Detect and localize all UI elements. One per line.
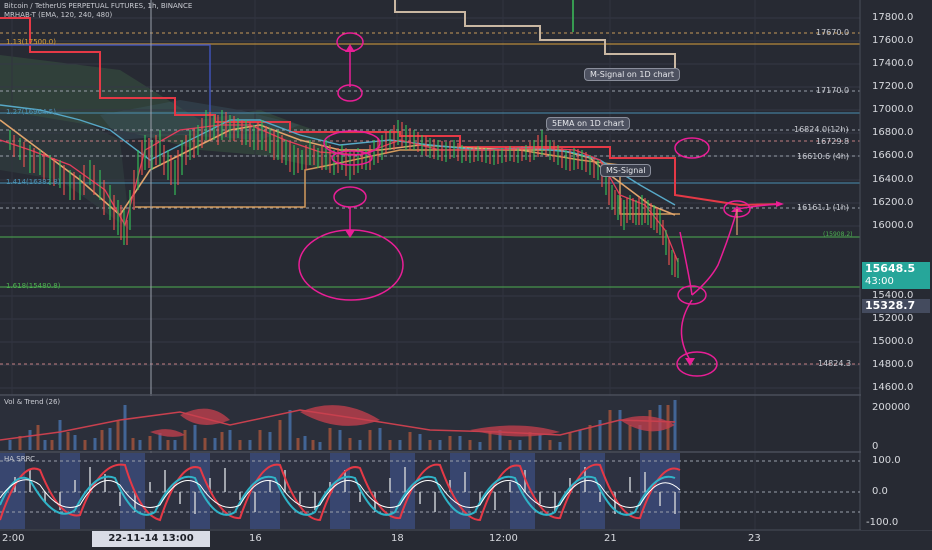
volume-pane <box>0 396 680 451</box>
last-price-tag: 15648.5 <box>862 262 930 276</box>
oscillator-pane <box>0 453 860 529</box>
osc-label-neg100: -100.0 <box>866 517 899 528</box>
fib-label-1414: 1.414(16382.8) <box>6 178 61 186</box>
indicator-title: MRHAB-T (EMA, 120, 240, 480) <box>4 11 113 19</box>
price-label-16400: 16400.0 <box>872 174 914 185</box>
level-label-16610: 16610.6 (4h) <box>797 152 850 161</box>
price-label-16000: 16000.0 <box>872 220 914 231</box>
level-label-14824: 14824.3 <box>818 359 852 368</box>
osc-label-0: 0.0 <box>872 486 888 497</box>
price-label-15000: 15000.0 <box>872 336 914 347</box>
volume-label-max: 200000 <box>872 402 911 413</box>
price-label-17000: 17000.0 <box>872 104 914 115</box>
fib-label-127: 1.27(16964.5) <box>6 108 56 116</box>
level-label-15908: (15908.2) <box>823 231 853 238</box>
callout-5ema-1d: 5EMA on 1D chart <box>546 117 631 130</box>
price-label-14800: 14800.0 <box>872 359 914 370</box>
level-label-16161: 16161.1 (1h) <box>797 203 850 212</box>
callout-ms-signal: MS-Signal <box>600 164 652 177</box>
level-label-17670: 17670.0 <box>816 28 850 37</box>
oscillator-pane-title: HA SRRC <box>4 455 35 463</box>
price-label-17400: 17400.0 <box>872 58 914 69</box>
level-label-16729: 16729.8 <box>816 137 850 146</box>
price-label-15200: 15200.0 <box>872 313 914 324</box>
time-label-18: 18 <box>391 533 404 544</box>
fib-label-113: 1.13(17500.0) <box>6 38 56 46</box>
cursor-time-badge: 22-11-14 13:00 <box>92 531 210 547</box>
time-label-1200: 12:00 <box>489 533 518 544</box>
volume-label-zero: 0 <box>872 441 879 452</box>
volume-pane-title: Vol & Trend (26) <box>4 398 61 406</box>
price-label-17200: 17200.0 <box>872 81 914 92</box>
time-label-23: 23 <box>748 533 761 544</box>
level-label-17170: 17170.0 <box>816 86 850 95</box>
chart-canvas[interactable] <box>0 0 932 550</box>
fib-label-1618: 1.618(15480.8) <box>6 282 61 290</box>
countdown-tag: 43:00 <box>862 275 930 289</box>
level-label-16824: 16824.0(12h) <box>794 125 849 134</box>
callout-msignal-1d: M-Signal on 1D chart <box>584 68 681 81</box>
time-label-21: 21 <box>604 533 617 544</box>
price-label-14600: 14600.0 <box>872 382 914 393</box>
cursor-price-tag: 15328.7 <box>862 299 930 313</box>
price-label-17600: 17600.0 <box>872 35 914 46</box>
symbol-title: Bitcoin / TetherUS PERPETUAL FUTURES, 1h… <box>4 2 193 10</box>
price-label-17800: 17800.0 <box>872 12 914 23</box>
price-label-16200: 16200.0 <box>872 197 914 208</box>
price-label-16600: 16600.0 <box>872 150 914 161</box>
time-label-16: 16 <box>249 533 262 544</box>
osc-label-100: 100.0 <box>872 455 901 466</box>
time-label-2: 2:00 <box>2 533 25 544</box>
price-label-16800: 16800.0 <box>872 127 914 138</box>
